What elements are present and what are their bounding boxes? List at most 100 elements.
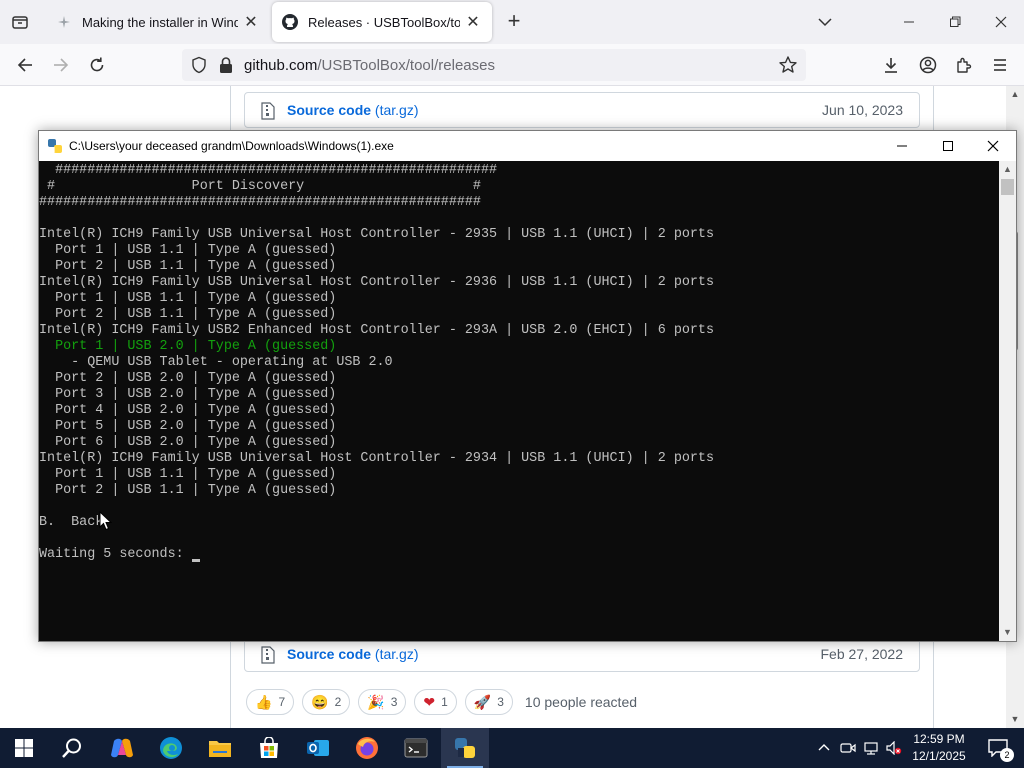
- reaction-heart[interactable]: ❤ 1: [414, 689, 457, 715]
- reaction-count: 3: [390, 695, 398, 709]
- console-minimize-button[interactable]: [879, 131, 925, 161]
- network-icon[interactable]: [861, 738, 881, 758]
- zip-file-icon: [261, 102, 275, 120]
- scroll-down-arrow-icon[interactable]: ▼: [1010, 714, 1020, 724]
- console-line: Port 2 | USB 1.1 | Type A (guessed): [39, 259, 337, 274]
- scroll-up-arrow-icon[interactable]: ▲: [1010, 89, 1020, 99]
- reaction-summary: 10 people reacted: [524, 694, 638, 710]
- file-explorer-button[interactable]: [196, 728, 244, 768]
- notification-center-button[interactable]: 2: [978, 728, 1018, 768]
- downloads-icon[interactable]: [878, 53, 904, 77]
- notification-badge: 2: [1000, 748, 1014, 762]
- address-bar[interactable]: github.com/USBToolBox/tool/releases: [182, 49, 806, 81]
- console-output[interactable]: ########################################…: [39, 161, 999, 641]
- hamburger-menu-icon[interactable]: [987, 53, 1013, 77]
- console-line: Port 2 | USB 1.1 | Type A (guessed): [39, 483, 337, 498]
- asset-link-label: Source code: [287, 646, 372, 662]
- system-clock[interactable]: 12:59 PM 12/1/2025: [906, 731, 972, 765]
- console-line: Waiting 5 seconds:: [39, 547, 192, 562]
- console-title-bar[interactable]: C:\Users\your deceased grandm\Downloads\…: [39, 131, 1016, 161]
- reaction-tada[interactable]: 🎉 3: [358, 689, 407, 715]
- close-tab-icon[interactable]: ✕: [242, 13, 260, 31]
- chevron-down-icon[interactable]: [814, 12, 836, 32]
- outlook-button[interactable]: [294, 728, 342, 768]
- console-line: Intel(R) ICH9 Family USB Universal Host …: [39, 275, 714, 290]
- console-close-button[interactable]: [970, 131, 1016, 161]
- terminal-icon: [404, 738, 428, 758]
- console-window[interactable]: C:\Users\your deceased grandm\Downloads\…: [38, 130, 1017, 642]
- scroll-up-arrow-icon[interactable]: ▲: [1002, 164, 1013, 175]
- terminal-button[interactable]: [392, 728, 440, 768]
- browser-tab-bar: Making the installer in Windows 11 ✕ Rel…: [0, 0, 1024, 44]
- reaction-thumbs-up[interactable]: 👍 7: [246, 689, 295, 715]
- firefox-button[interactable]: [343, 728, 391, 768]
- console-line: Intel(R) ICH9 Family USB Universal Host …: [39, 451, 714, 466]
- asset-link[interactable]: Source code (tar.gz): [287, 646, 419, 662]
- heart-icon: ❤: [423, 693, 436, 710]
- reaction-count: 1: [441, 695, 448, 709]
- reaction-smile[interactable]: 😄 2: [302, 689, 351, 715]
- restore-button[interactable]: [932, 0, 978, 44]
- mouse-pointer-icon: [99, 510, 113, 531]
- console-line: Port 6 | USB 2.0 | Type A (guessed): [39, 435, 337, 450]
- tracking-shield-icon[interactable]: [190, 56, 208, 74]
- thumbs-up-icon: 👍: [255, 693, 273, 710]
- chevron-up-icon[interactable]: [814, 738, 834, 758]
- close-tab-icon[interactable]: ✕: [464, 13, 482, 31]
- url-path: /USBToolBox/tool/releases: [317, 57, 495, 74]
- copilot-button[interactable]: [98, 728, 146, 768]
- meet-now-icon[interactable]: [838, 738, 858, 758]
- account-icon[interactable]: [915, 53, 941, 77]
- copilot-icon: [111, 738, 133, 758]
- asset-link[interactable]: Source code (tar.gz): [287, 102, 419, 118]
- search-button[interactable]: [48, 728, 96, 768]
- reactions-bar: 👍 7 😄 2 🎉 3 ❤ 1 🚀 3 10 people reacted: [246, 688, 637, 716]
- asset-link-label: Source code: [287, 102, 372, 118]
- forward-arrow-icon[interactable]: [48, 53, 74, 77]
- extensions-icon[interactable]: [951, 53, 977, 77]
- asset-date: Feb 27, 2022: [820, 646, 903, 662]
- start-button[interactable]: [0, 728, 48, 768]
- tab-title: Releases · USBToolBox/tool: [308, 14, 460, 30]
- microsoft-store-button[interactable]: [245, 728, 293, 768]
- console-line: Port 1 | USB 1.1 | Type A (guessed): [39, 467, 337, 482]
- reaction-rocket[interactable]: 🚀 3: [464, 689, 513, 715]
- clock-time: 12:59 PM: [913, 732, 965, 746]
- console-line: Port 4 | USB 2.0 | Type A (guessed): [39, 403, 337, 418]
- bookmark-star-icon[interactable]: [778, 55, 798, 75]
- console-maximize-button[interactable]: [925, 131, 971, 161]
- reaction-count: 7: [278, 695, 286, 709]
- asset-row[interactable]: Source code (tar.gz) Jun 10, 2023: [244, 92, 920, 128]
- back-arrow-icon[interactable]: [12, 53, 38, 77]
- console-scrollbar[interactable]: ▲ ▼: [999, 161, 1016, 641]
- console-line: Port 1 | USB 1.1 | Type A (guessed): [39, 291, 337, 306]
- close-window-button[interactable]: [978, 0, 1024, 44]
- tab-installer[interactable]: Making the installer in Windows 11 ✕: [46, 2, 270, 42]
- python-exe-button[interactable]: [441, 728, 489, 768]
- url-text[interactable]: github.com/USBToolBox/tool/releases: [244, 57, 495, 74]
- outlook-icon: [307, 740, 329, 756]
- console-line: Port 5 | USB 2.0 | Type A (guessed): [39, 419, 337, 434]
- taskbar: 12:59 PM 12/1/2025 2: [0, 728, 1024, 768]
- tab-list-icon[interactable]: [8, 10, 32, 34]
- edge-button[interactable]: [147, 728, 195, 768]
- rocket-icon: 🚀: [473, 693, 492, 710]
- console-line: ########################################…: [39, 195, 481, 210]
- console-line: Intel(R) ICH9 Family USB Universal Host …: [39, 227, 714, 242]
- minimize-button[interactable]: [886, 0, 932, 44]
- clock-date: 12/1/2025: [912, 749, 966, 763]
- start-icon: [15, 739, 33, 757]
- new-tab-icon[interactable]: +: [502, 10, 526, 34]
- reaction-count: 3: [497, 695, 504, 709]
- reload-icon[interactable]: [84, 53, 110, 77]
- lock-icon[interactable]: [218, 56, 234, 74]
- reaction-count: 2: [334, 695, 342, 709]
- zip-file-icon: [261, 646, 275, 664]
- console-line: - QEMU USB Tablet - operating at USB 2.0: [39, 355, 393, 370]
- scroll-down-arrow-icon[interactable]: ▼: [1002, 627, 1013, 638]
- spark-favicon-icon: [56, 14, 72, 30]
- scrollbar-thumb[interactable]: [1001, 179, 1014, 195]
- console-line: ########################################…: [39, 163, 498, 178]
- volume-muted-icon[interactable]: [884, 738, 904, 758]
- tab-releases[interactable]: Releases · USBToolBox/tool ✕: [272, 2, 492, 42]
